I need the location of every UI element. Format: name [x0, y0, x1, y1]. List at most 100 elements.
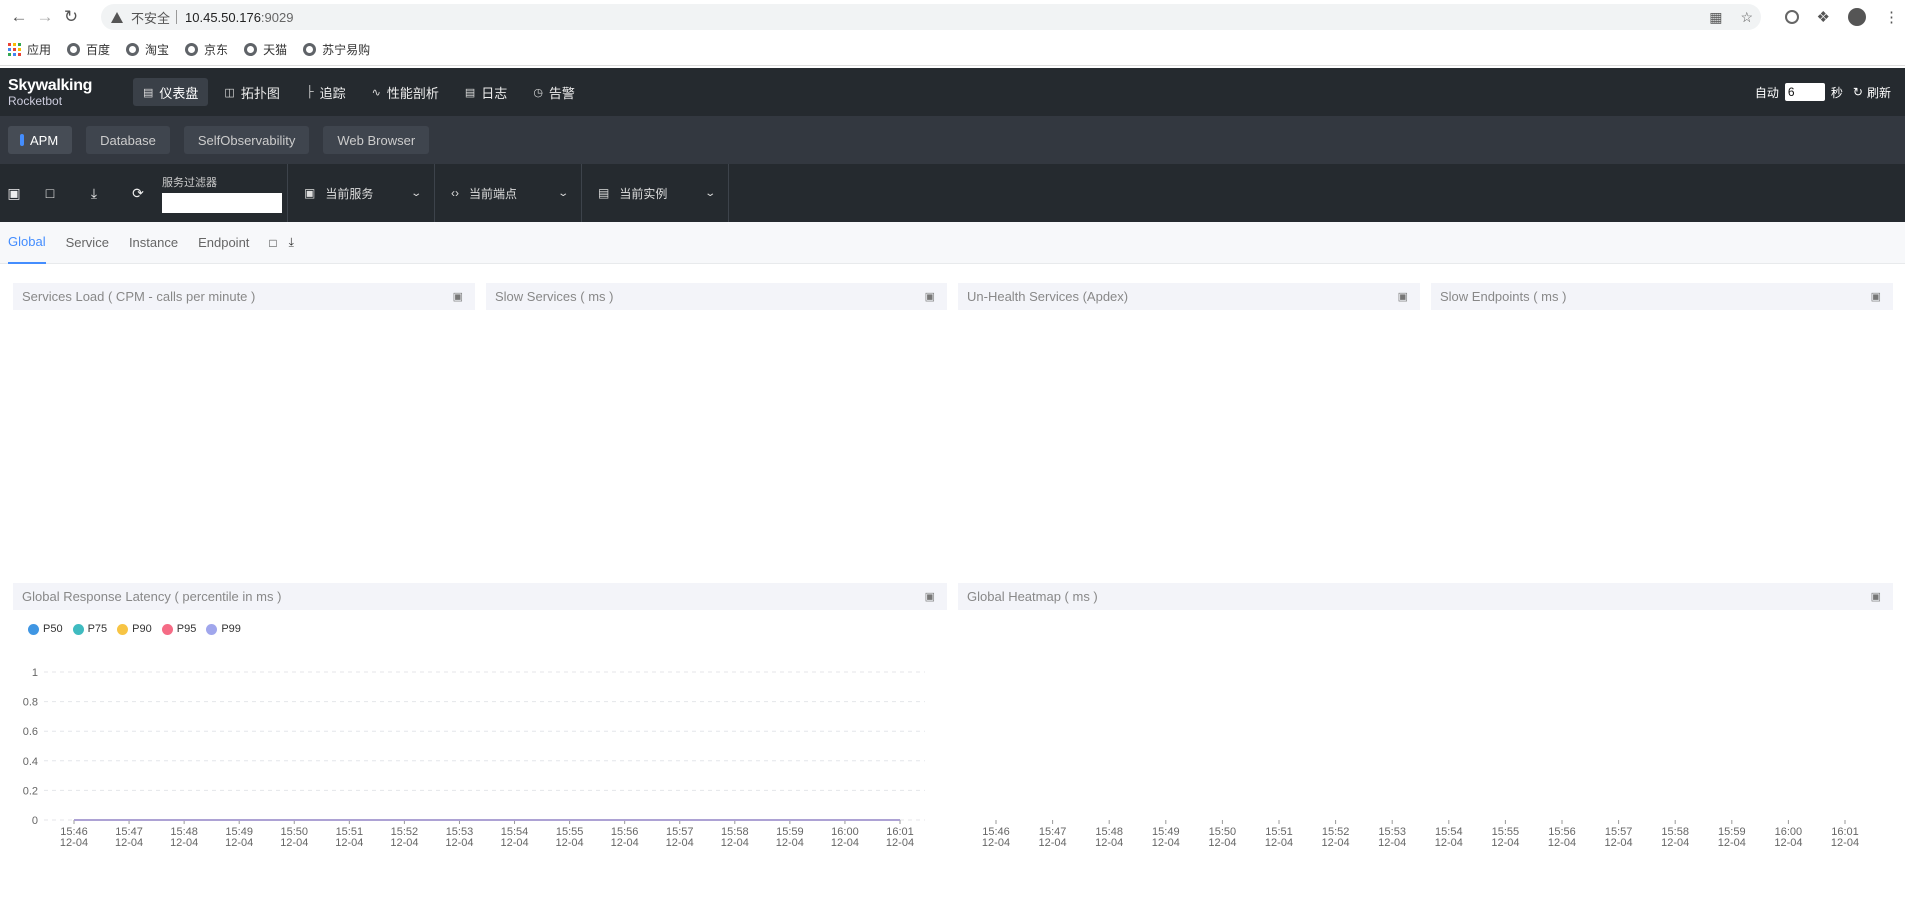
x-tick-date: 12-04 — [666, 837, 694, 849]
translate-icon[interactable]: ▦ — [1709, 9, 1722, 26]
auto-interval-input[interactable] — [1784, 83, 1825, 101]
instance-icon: ▤ — [598, 186, 610, 200]
trace-icon: ├ — [305, 86, 314, 98]
legend-item[interactable]: P50 — [28, 623, 63, 635]
nav-profile[interactable]: ∿ 性能剖析 — [362, 78, 449, 106]
lock-icon[interactable]: ▣ — [1871, 590, 1881, 603]
open-folder-button[interactable]: □ — [28, 164, 72, 222]
tab-service[interactable]: Service — [66, 222, 109, 264]
heatmap-chart: 15:4612-0415:4712-0415:4812-0415:4912-04… — [982, 820, 1859, 849]
active-indicator — [20, 134, 24, 146]
refresh-icon: ↻ — [1852, 85, 1863, 99]
panel-title: Slow Endpoints ( ms ) — [1440, 289, 1567, 304]
download-icon[interactable]: ⤓ — [289, 235, 294, 250]
address-bar[interactable]: 不安全 10.45.50.176:9029 ▦ ☆ — [101, 4, 1761, 30]
legend-item[interactable]: P95 — [161, 623, 196, 635]
service-filter-input[interactable] — [162, 192, 282, 213]
download-button[interactable]: ⤓ — [72, 164, 116, 222]
menu-dots-icon[interactable]: ⋮ — [1884, 8, 1899, 26]
select-label: 当前实例 — [619, 186, 668, 201]
panel-title: Services Load ( CPM - calls per minute ) — [22, 289, 256, 304]
extension-circle-icon[interactable] — [1784, 10, 1799, 24]
bookmark-jd[interactable]: 京东 — [185, 41, 228, 58]
current-service-select[interactable]: ▣ 当前服务 ⌄ — [288, 164, 434, 222]
nav-trace[interactable]: ├ 追踪 — [296, 78, 356, 106]
nav-label: 性能剖析 — [386, 85, 439, 101]
filter-label: 服务过滤器 — [162, 176, 217, 189]
x-tick-date: 12-04 — [1039, 837, 1067, 849]
legend-label: P99 — [221, 623, 241, 635]
code-icon: ‹› — [451, 186, 459, 200]
x-tick-date: 12-04 — [1548, 837, 1576, 849]
bookmark-baidu[interactable]: 百度 — [67, 41, 110, 58]
dash-tab-apm[interactable]: APM — [8, 126, 73, 154]
legend-label: P90 — [132, 623, 152, 635]
latency-chart: 00.20.40.60.8115:4612-0415:4712-0415:481… — [23, 667, 925, 849]
legend-item[interactable]: P90 — [117, 623, 152, 635]
x-tick-date: 12-04 — [1435, 837, 1463, 849]
logo-subtitle: Rocketbot — [8, 93, 63, 108]
nav-label: 日志 — [481, 85, 508, 101]
dash-tab-web-browser[interactable]: Web Browser — [323, 126, 430, 154]
bookmark-suning[interactable]: 苏宁易购 — [303, 41, 370, 58]
panel-slow-endpoints: Slow Endpoints ( ms ) ▣ — [1431, 283, 1893, 310]
service-icon: ▣ — [304, 186, 316, 200]
profile-avatar-icon[interactable] — [1848, 8, 1866, 26]
legend-dot — [161, 623, 173, 635]
refresh-button[interactable]: ↻ 刷新 — [1853, 84, 1891, 101]
select-label: 当前服务 — [325, 186, 374, 201]
reload-icon[interactable]: ↻ — [58, 4, 84, 30]
alarm-icon: ◷ — [533, 86, 543, 99]
dash-tab-database[interactable]: Database — [86, 126, 170, 154]
back-arrow-icon[interactable]: ← — [6, 4, 32, 30]
legend-dot — [28, 623, 39, 635]
panel-title: Slow Services ( ms ) — [495, 289, 614, 304]
tab-endpoint[interactable]: Endpoint — [198, 222, 249, 264]
folder-icon: □ — [45, 185, 55, 201]
x-tick-date: 12-04 — [1378, 837, 1406, 849]
lock-button[interactable]: ▣ — [0, 164, 28, 222]
bookmark-label: 应用 — [27, 42, 52, 57]
bookmark-label: 京东 — [204, 42, 229, 57]
chevron-down-icon: ⌄ — [409, 187, 422, 199]
current-endpoint-select[interactable]: ‹› 当前端点 ⌄ — [435, 164, 581, 222]
legend-item[interactable]: P75 — [72, 623, 107, 635]
x-tick-date: 12-04 — [776, 837, 804, 849]
nav-log[interactable]: ▤ 日志 — [455, 78, 517, 106]
nav-topology[interactable]: ◫ 拓扑图 — [214, 78, 289, 106]
panel-title: Un-Health Services (Apdex) — [967, 289, 1129, 304]
reload-button[interactable]: ⟳ — [116, 164, 160, 222]
nav-dashboard[interactable]: ▤ 仪表盘 — [133, 78, 209, 106]
puzzle-icon[interactable]: ❖ — [1817, 8, 1830, 26]
legend-dot — [206, 623, 218, 635]
chevron-down-icon: ⌄ — [703, 187, 716, 199]
bookmark-apps[interactable]: 应用 — [8, 41, 51, 58]
x-tick-date: 12-04 — [445, 837, 473, 849]
auto-label[interactable]: 自动 — [1755, 84, 1779, 101]
lock-icon[interactable]: ▣ — [1871, 290, 1881, 303]
bookmark-taobao[interactable]: 淘宝 — [126, 41, 169, 58]
tab-global[interactable]: Global — [8, 222, 46, 264]
x-tick-date: 12-04 — [982, 837, 1010, 849]
lock-icon[interactable]: ▣ — [925, 590, 935, 603]
folder-icon[interactable]: □ — [269, 236, 276, 250]
current-instance-select[interactable]: ▤ 当前实例 ⌄ — [582, 164, 728, 222]
nav-alarm[interactable]: ◷ 告警 — [523, 78, 585, 106]
lock-icon[interactable]: ▣ — [453, 290, 463, 303]
legend-item[interactable]: P99 — [206, 623, 241, 635]
bookmark-star-icon[interactable]: ☆ — [1740, 9, 1753, 26]
forward-arrow-icon[interactable]: → — [32, 4, 58, 30]
dash-tab-selfobservability[interactable]: SelfObservability — [183, 126, 310, 154]
x-tick-date: 12-04 — [1152, 837, 1180, 849]
x-tick-date: 12-04 — [1605, 837, 1633, 849]
lock-icon[interactable]: ▣ — [1398, 290, 1408, 303]
tab-instance[interactable]: Instance — [129, 222, 178, 264]
sync-icon: ⟳ — [132, 184, 144, 201]
y-tick-label: 0.8 — [23, 697, 38, 709]
globe-icon — [67, 42, 81, 56]
bookmark-tmall[interactable]: 天猫 — [244, 41, 287, 58]
lock-icon[interactable]: ▣ — [925, 290, 935, 303]
panel-services-load: Services Load ( CPM - calls per minute )… — [13, 283, 475, 310]
x-tick-date: 12-04 — [1661, 837, 1689, 849]
x-tick-date: 12-04 — [721, 837, 749, 849]
